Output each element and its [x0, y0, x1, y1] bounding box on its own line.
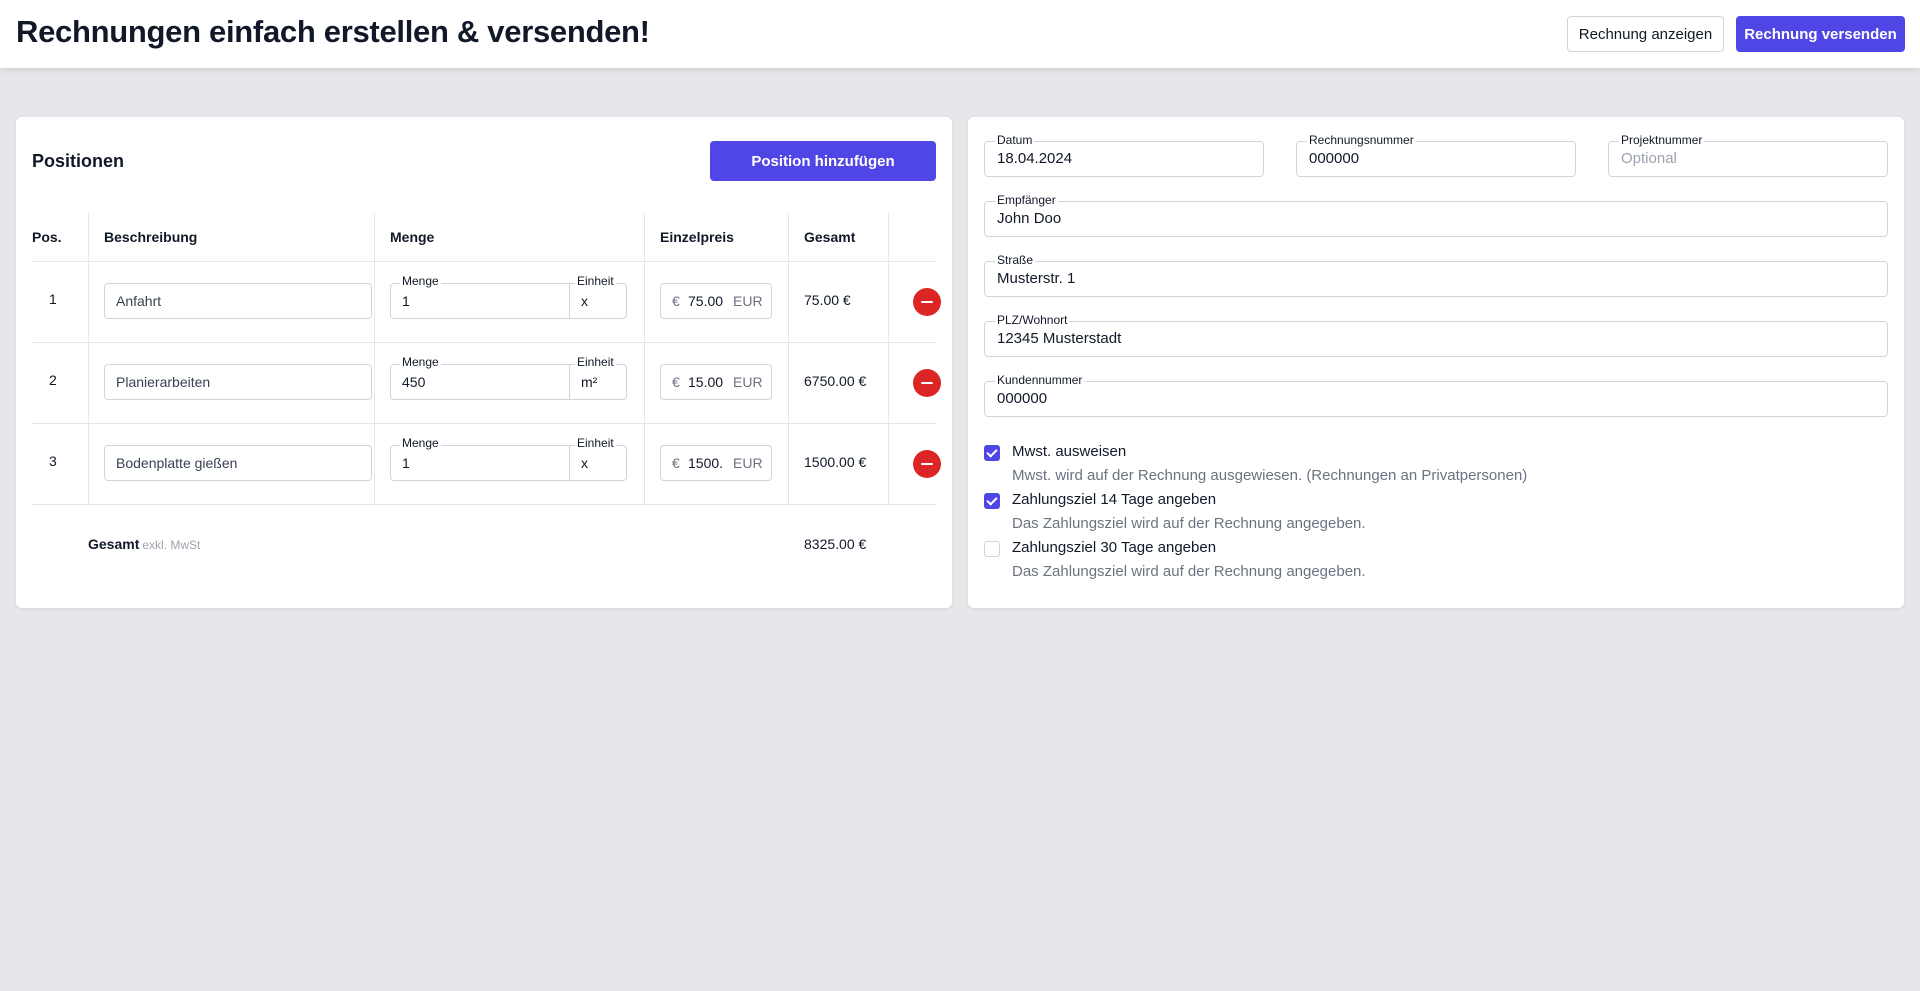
row-total: 75.00 €: [804, 292, 851, 308]
quantity-label: Menge: [400, 436, 441, 450]
vat-checkbox[interactable]: [984, 445, 1000, 461]
description-input[interactable]: [104, 283, 372, 319]
remove-position-icon[interactable]: [913, 450, 941, 478]
currency-code: EUR: [733, 374, 763, 390]
quantity-unit-group: Menge Einheit: [390, 274, 628, 319]
positions-title: Positionen: [32, 151, 125, 171]
date-label: Datum: [995, 133, 1035, 147]
description-input[interactable]: [104, 445, 372, 481]
column-header-unit-price: Einzelpreis: [660, 229, 734, 245]
unit-label: Einheit: [575, 355, 616, 369]
row-divider: [32, 504, 936, 505]
quantity-unit-group: Menge Einheit: [390, 355, 628, 400]
unit-price-field: € EUR: [660, 445, 772, 481]
euro-symbol: €: [672, 455, 680, 471]
unit-input[interactable]: [570, 374, 628, 390]
customer-number-label: Kundennummer: [995, 373, 1085, 387]
table-row: 3 Menge Einheit € EUR 1500.00 €: [32, 423, 941, 504]
invoice-number-label: Rechnungsnummer: [1307, 133, 1416, 147]
column-header-quantity: Menge: [390, 229, 435, 245]
description-input[interactable]: [104, 364, 372, 400]
unit-input[interactable]: [570, 293, 628, 309]
recipient-label: Empfänger: [995, 193, 1058, 207]
show-invoice-button[interactable]: Rechnung anzeigen: [1567, 16, 1724, 52]
vat-option-title: Mwst. ausweisen: [1012, 443, 1127, 460]
table-row: 1 Menge Einheit € EUR 75.00 €: [32, 261, 941, 342]
zip-city-input[interactable]: [985, 330, 1887, 347]
invoice-number-field: Rechnungsnummer: [1296, 133, 1576, 177]
column-header-description: Beschreibung: [104, 229, 198, 245]
payment-14-option-title: Zahlungsziel 14 Tage angeben: [1012, 491, 1217, 508]
quantity-input[interactable]: [392, 374, 552, 390]
customer-number-input[interactable]: [985, 390, 1887, 407]
project-number-input[interactable]: [1609, 150, 1887, 167]
invoice-details-card: Datum Rechnungsnummer Projektnummer Empf…: [968, 117, 1904, 608]
payment-30-option-description: Das Zahlungsziel wird auf der Rechnung a…: [1012, 563, 1366, 580]
project-number-field: Projektnummer: [1608, 133, 1888, 177]
currency-code: EUR: [733, 293, 763, 309]
currency-code: EUR: [733, 455, 763, 471]
unit-price-input[interactable]: [688, 293, 732, 309]
recipient-field: Empfänger: [984, 193, 1888, 237]
row-total: 6750.00 €: [804, 373, 867, 389]
column-header-total: Gesamt: [804, 229, 856, 245]
payment-14-option-description: Das Zahlungsziel wird auf der Rechnung a…: [1012, 515, 1366, 532]
zip-city-field: PLZ/Wohnort: [984, 313, 1888, 357]
position-number: 2: [49, 372, 57, 388]
table-row: 2 Menge Einheit € EUR 6750.00 €: [32, 342, 941, 423]
sum-label-text: Gesamt: [88, 536, 140, 552]
unit-input[interactable]: [570, 455, 628, 471]
column-header-pos: Pos.: [32, 229, 62, 245]
payment-30-option-title: Zahlungsziel 30 Tage angeben: [1012, 539, 1217, 556]
send-invoice-button[interactable]: Rechnung versenden: [1736, 16, 1905, 52]
quantity-label: Menge: [400, 355, 441, 369]
quantity-input[interactable]: [392, 293, 552, 309]
unit-price-field: € EUR: [660, 364, 772, 400]
sum-sublabel: exkl. MwSt: [142, 538, 201, 552]
vat-option-description: Mwst. wird auf der Rechnung ausgewiesen.…: [1012, 467, 1528, 484]
position-number: 3: [49, 453, 57, 469]
euro-symbol: €: [672, 293, 680, 309]
street-label: Straße: [995, 253, 1036, 267]
customer-number-field: Kundennummer: [984, 373, 1888, 417]
recipient-input[interactable]: [985, 210, 1887, 227]
unit-price-field: € EUR: [660, 283, 772, 319]
street-input[interactable]: [985, 270, 1887, 287]
quantity-unit-group: Menge Einheit: [390, 436, 628, 481]
app-header: Rechnungen einfach erstellen & versenden…: [0, 0, 1920, 68]
zip-city-label: PLZ/Wohnort: [995, 313, 1070, 327]
invoice-number-input[interactable]: [1297, 150, 1575, 167]
euro-symbol: €: [672, 374, 680, 390]
row-total: 1500.00 €: [804, 454, 867, 470]
date-input[interactable]: [985, 150, 1263, 167]
unit-label: Einheit: [575, 274, 616, 288]
remove-position-icon[interactable]: [913, 288, 941, 316]
quantity-input[interactable]: [392, 455, 552, 471]
quantity-label: Menge: [400, 274, 441, 288]
project-number-label: Projektnummer: [1619, 133, 1705, 147]
street-field: Straße: [984, 253, 1888, 297]
remove-position-icon[interactable]: [913, 369, 941, 397]
sum-value: 8325.00 €: [804, 536, 867, 552]
position-number: 1: [49, 291, 57, 307]
unit-price-input[interactable]: [688, 374, 732, 390]
payment-30-checkbox[interactable]: [984, 541, 1000, 557]
date-field: Datum: [984, 133, 1264, 177]
positions-card: Positionen Position hinzufügen Pos. Besc…: [16, 117, 952, 608]
sum-label: Gesamt exkl. MwSt: [88, 536, 200, 552]
unit-price-input[interactable]: [688, 455, 732, 471]
payment-14-checkbox[interactable]: [984, 493, 1000, 509]
page-title: Rechnungen einfach erstellen & versenden…: [16, 14, 650, 49]
unit-label: Einheit: [575, 436, 616, 450]
add-position-button[interactable]: Position hinzufügen: [710, 141, 936, 181]
